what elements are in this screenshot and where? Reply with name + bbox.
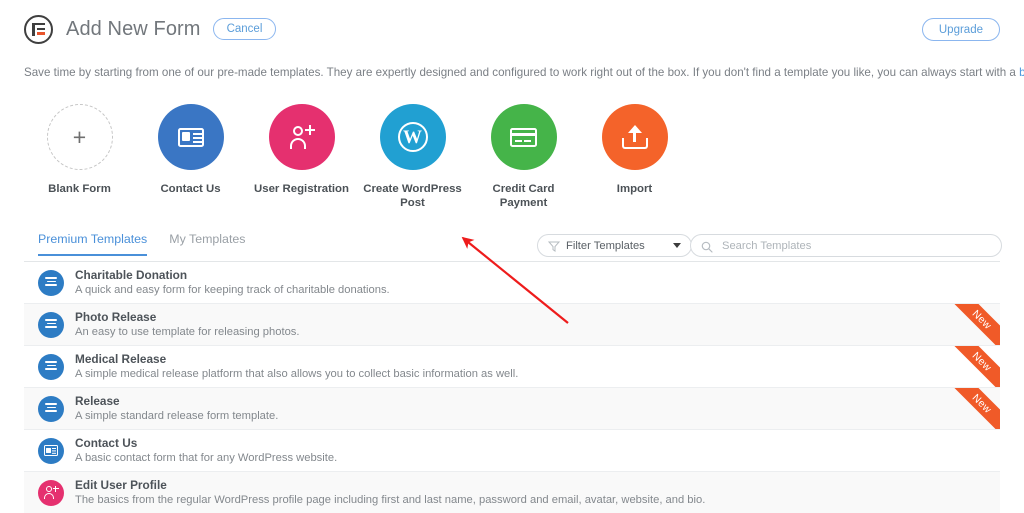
quick-action-create-wordpress-post[interactable]: W Create WordPress Post [357,104,468,210]
template-title: Charitable Donation [75,268,390,283]
intro-text: Save time by starting from one of our pr… [24,64,1000,81]
template-row-medical-release[interactable]: Medical Release A simple medical release… [24,346,1000,388]
template-row-photo-release[interactable]: Photo Release An easy to use template fo… [24,304,1000,346]
template-title: Medical Release [75,352,518,367]
search-input[interactable] [720,239,991,253]
add-new-form-page: Add New Form Cancel Upgrade Save time by… [0,0,1024,513]
template-description: The basics from the regular WordPress pr… [75,493,705,508]
quick-action-contact-us[interactable]: Contact Us [135,104,246,196]
quick-action-label: Blank Form [48,182,111,196]
upgrade-button[interactable]: Upgrade [922,18,1000,41]
filter-templates-label: Filter Templates [566,240,673,252]
new-badge: New [942,346,1000,388]
template-row-charitable-donation[interactable]: Charitable Donation A quick and easy for… [24,262,1000,304]
quick-action-label: Credit Card Payment [468,182,579,210]
quick-action-credit-card-payment[interactable]: Credit Card Payment [468,104,579,210]
intro-text-before: Save time by starting from one of our pr… [24,66,1019,79]
form-lines-icon [38,396,64,422]
templates-list: Charitable Donation A quick and easy for… [24,262,1000,513]
quick-action-user-registration[interactable]: User Registration [246,104,357,196]
template-title: Photo Release [75,310,300,325]
quick-action-import[interactable]: Import [579,104,690,196]
id-card-icon [158,104,224,170]
template-description: A basic contact form that for any WordPr… [75,451,337,466]
plus-icon: + [47,104,113,170]
template-title: Contact Us [75,436,337,451]
page-title: Add New Form [66,18,201,41]
form-lines-icon [38,354,64,380]
template-title: Edit User Profile [75,478,705,493]
cancel-button[interactable]: Cancel [213,18,277,40]
filter-templates-dropdown[interactable]: Filter Templates [537,234,692,257]
new-badge: New [942,304,1000,346]
template-description: A quick and easy form for keeping track … [75,283,390,298]
tab-my-templates[interactable]: My Templates [169,232,245,256]
tab-premium-templates[interactable]: Premium Templates [38,232,147,256]
quick-action-label: Import [617,182,652,196]
form-lines-icon [38,312,64,338]
quick-action-blank-form[interactable]: + Blank Form [24,104,135,196]
template-title: Release [75,394,278,409]
template-description: A simple medical release platform that a… [75,367,518,382]
upload-icon [602,104,668,170]
template-row-release[interactable]: Release A simple standard release form t… [24,388,1000,430]
user-plus-icon [38,480,64,506]
search-templates-field[interactable] [690,234,1002,257]
quick-action-label: Contact Us [160,182,220,196]
quick-actions-row: + Blank Form Contact Us User Registratio… [24,104,724,210]
template-row-contact-us[interactable]: Contact Us A basic contact form that for… [24,430,1000,472]
page-header: Add New Form Cancel Upgrade [0,0,1024,58]
template-row-edit-user-profile[interactable]: Edit User Profile The basics from the re… [24,472,1000,513]
user-plus-icon [269,104,335,170]
blank-form-link[interactable]: blank form [1019,66,1024,79]
template-description: An easy to use template for releasing ph… [75,325,300,340]
quick-action-label: User Registration [254,182,349,196]
id-card-icon [38,438,64,464]
template-description: A simple standard release form template. [75,409,278,424]
credit-card-icon [491,104,557,170]
wordpress-icon: W [380,104,446,170]
form-lines-icon [38,270,64,296]
new-badge: New [942,388,1000,430]
quick-action-label: Create WordPress Post [357,182,468,210]
funnel-icon [548,241,559,251]
formidable-forms-logo-icon [24,15,53,44]
search-icon [701,240,713,252]
caret-down-icon [673,243,681,248]
